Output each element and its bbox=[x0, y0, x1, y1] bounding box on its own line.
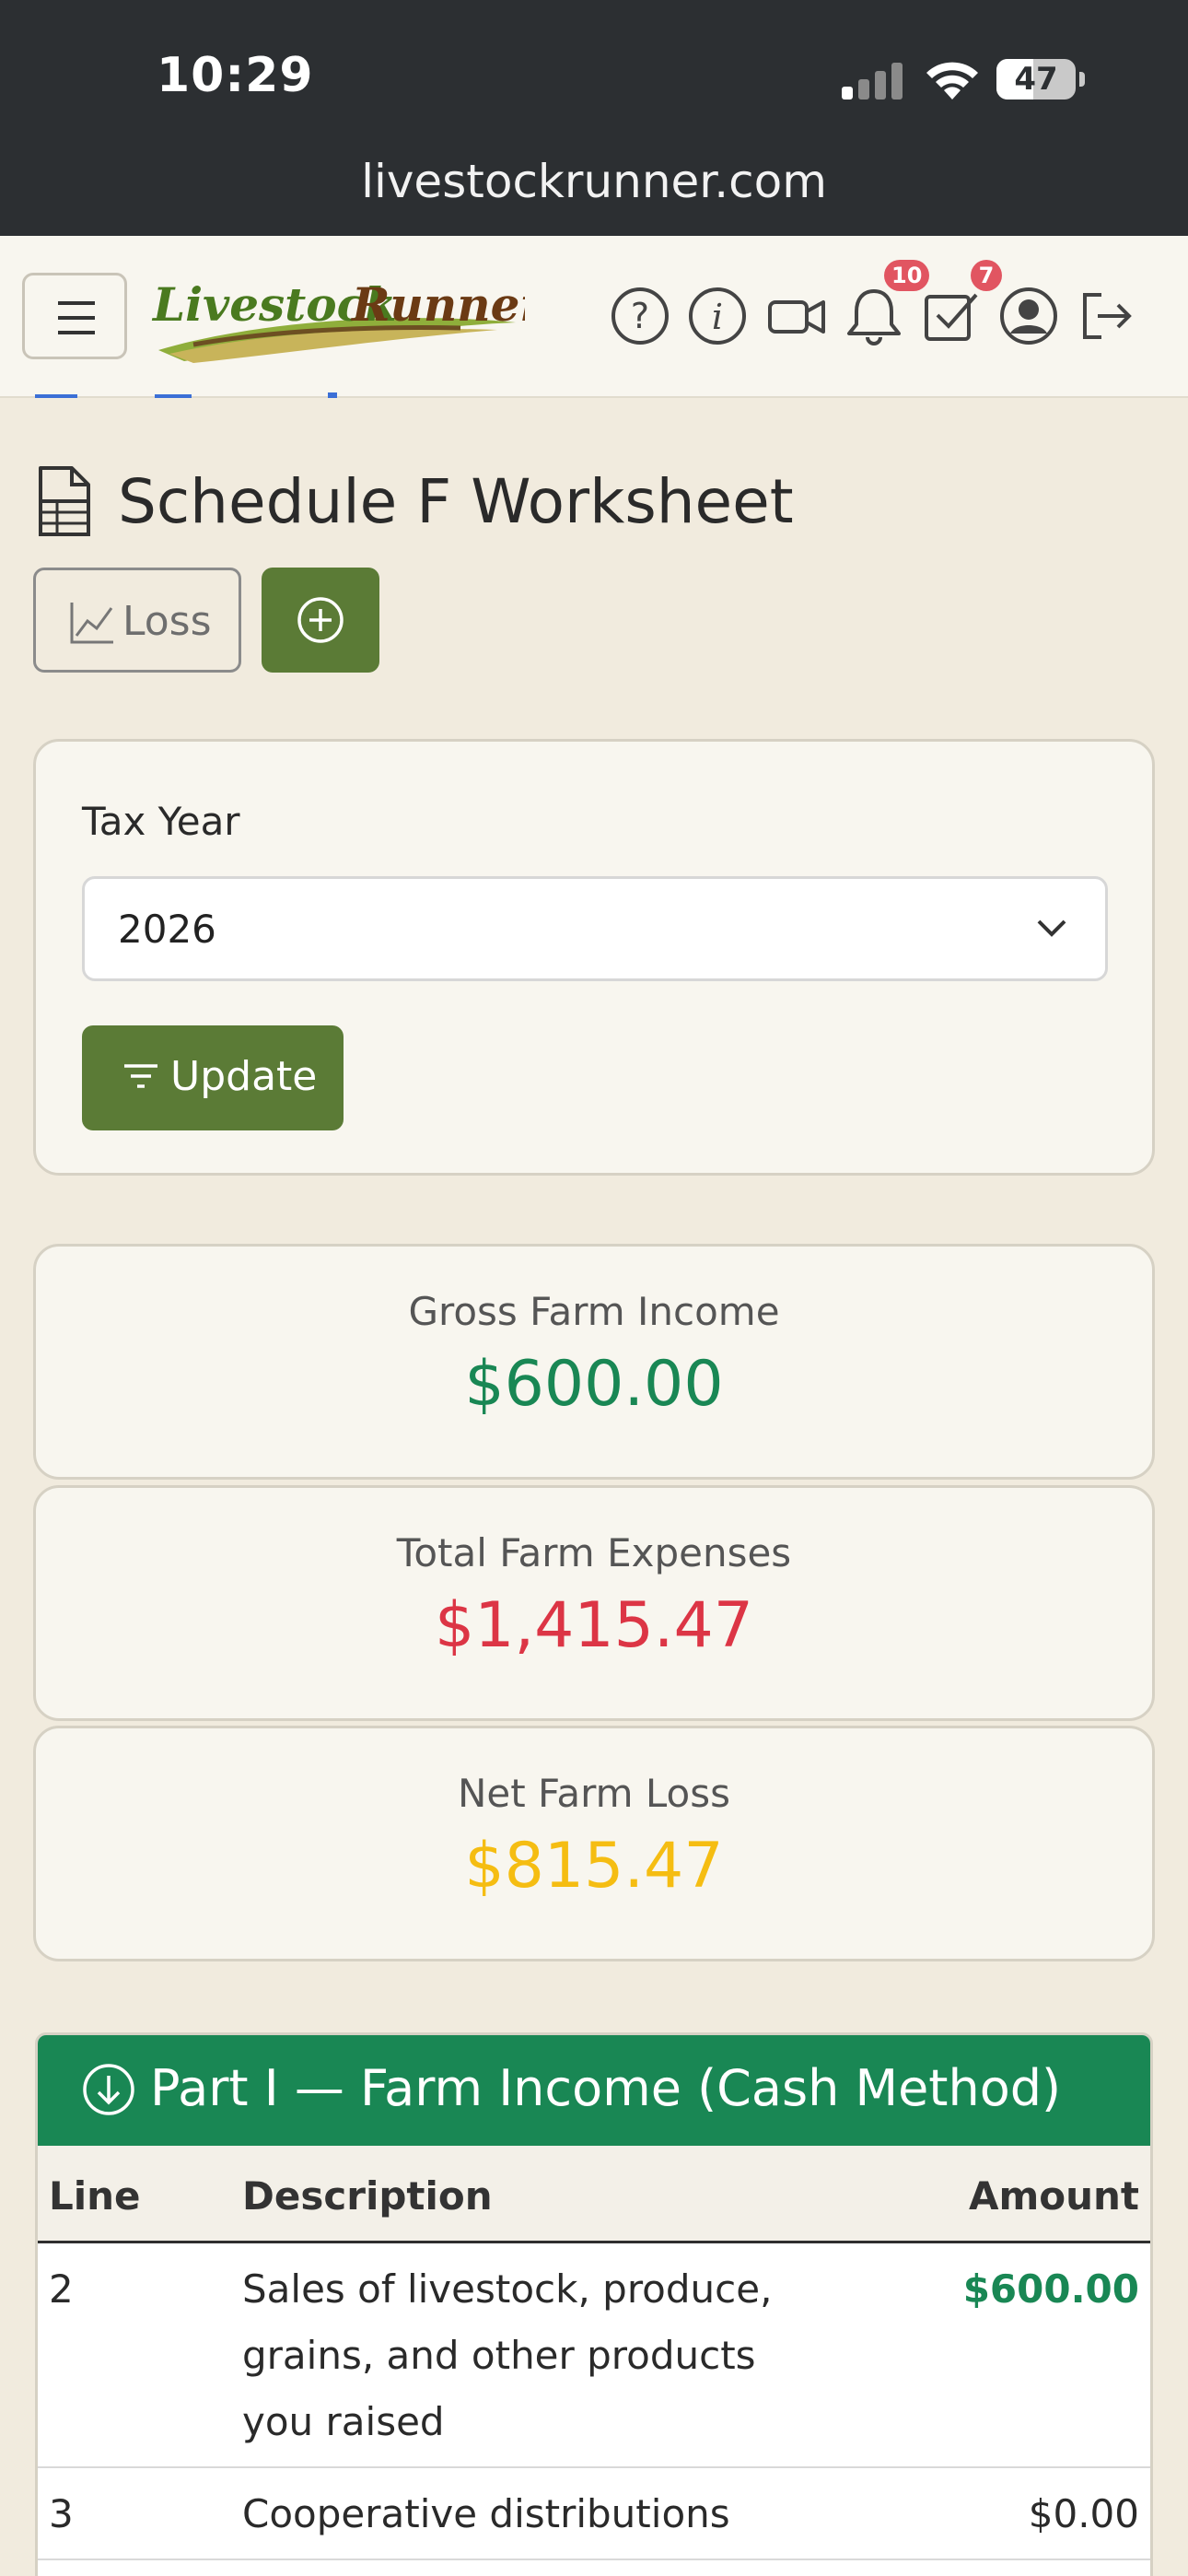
info-icon[interactable]: i bbox=[685, 284, 750, 348]
tax-year-label: Tax Year bbox=[82, 799, 240, 844]
bell-icon[interactable] bbox=[842, 284, 906, 348]
status-time: 10:29 bbox=[157, 48, 314, 103]
tasks-checkbox-icon[interactable] bbox=[919, 284, 984, 348]
loss-report-button[interactable]: Loss bbox=[33, 568, 241, 673]
row-amount: $0.00 bbox=[1028, 2491, 1139, 2536]
row-amount: $600.00 bbox=[962, 2266, 1139, 2312]
part1-income-table: Part I — Farm Income (Cash Method) Line … bbox=[35, 2032, 1153, 2576]
row-description: Sales of livestock, produce, grains, and… bbox=[242, 2266, 773, 2444]
user-profile-icon[interactable] bbox=[996, 284, 1061, 348]
column-header-line: Line bbox=[49, 2173, 141, 2219]
browser-url[interactable]: livestockrunner.com bbox=[0, 155, 1188, 208]
battery-cap bbox=[1079, 72, 1085, 87]
update-button[interactable]: Update bbox=[82, 1025, 344, 1130]
row-line: 2 bbox=[49, 2266, 74, 2312]
plus-circle-icon bbox=[297, 597, 344, 643]
update-button-label: Update bbox=[170, 1053, 318, 1100]
net-loss-value: $815.47 bbox=[464, 1830, 724, 1903]
page-title: Schedule F Worksheet bbox=[118, 466, 794, 537]
net-loss-label: Net Farm Loss bbox=[457, 1771, 731, 1816]
tax-year-selected-value: 2026 bbox=[118, 907, 216, 952]
add-button[interactable] bbox=[262, 568, 379, 673]
svg-text:i: i bbox=[712, 297, 723, 337]
loss-button-label: Loss bbox=[122, 598, 212, 645]
row-line: 3 bbox=[49, 2491, 74, 2536]
tax-year-filter-card: Tax Year 2026 Update bbox=[33, 739, 1155, 1176]
net-loss-card: Net Farm Loss $815.47 bbox=[33, 1726, 1155, 1961]
gross-income-card: Gross Farm Income $600.00 bbox=[33, 1244, 1155, 1480]
part1-title: Part I — Farm Income (Cash Method) bbox=[150, 2059, 1062, 2117]
logout-icon[interactable] bbox=[1074, 284, 1138, 348]
arrow-down-circle-icon bbox=[83, 2064, 134, 2115]
line-chart-icon bbox=[70, 603, 113, 644]
table-head: Line Description Amount bbox=[38, 2146, 1150, 2243]
livestockrunner-logo[interactable]: Livestock Runner bbox=[147, 265, 525, 367]
part1-header[interactable]: Part I — Farm Income (Cash Method) bbox=[38, 2035, 1150, 2146]
total-expenses-label: Total Farm Expenses bbox=[396, 1530, 792, 1575]
gross-income-label: Gross Farm Income bbox=[408, 1289, 780, 1334]
help-circle-icon[interactable]: ? bbox=[608, 284, 672, 348]
total-expenses-card: Total Farm Expenses $1,415.47 bbox=[33, 1485, 1155, 1721]
status-bar: 10:29 47 livestockrunner.com bbox=[0, 0, 1188, 236]
menu-toggle-button[interactable] bbox=[22, 273, 127, 359]
table-row: 2 Sales of livestock, produce, grains, a… bbox=[38, 2243, 1150, 2468]
svg-text:?: ? bbox=[631, 296, 649, 336]
svg-text:Runner: Runner bbox=[350, 277, 525, 332]
top-navbar: Livestock Runner ? i 10 7 bbox=[0, 236, 1188, 398]
table-row: 3 Cooperative distributions $0.00 bbox=[38, 2468, 1150, 2560]
chevron-down-icon bbox=[1037, 919, 1066, 937]
row-description: Cooperative distributions bbox=[242, 2491, 730, 2536]
battery-indicator: 47 bbox=[996, 59, 1076, 100]
cell-signal-icon bbox=[842, 63, 903, 100]
column-header-amount: Amount bbox=[968, 2173, 1139, 2219]
video-icon[interactable] bbox=[764, 284, 829, 348]
total-expenses-value: $1,415.47 bbox=[434, 1589, 754, 1662]
document-spreadsheet-icon bbox=[39, 466, 90, 536]
wifi-icon bbox=[926, 62, 978, 100]
breadcrumb bbox=[35, 392, 337, 398]
gross-income-value: $600.00 bbox=[464, 1348, 724, 1421]
tax-year-select[interactable]: 2026 bbox=[82, 876, 1108, 981]
column-header-description: Description bbox=[242, 2173, 493, 2219]
filter-icon bbox=[124, 1064, 157, 1088]
